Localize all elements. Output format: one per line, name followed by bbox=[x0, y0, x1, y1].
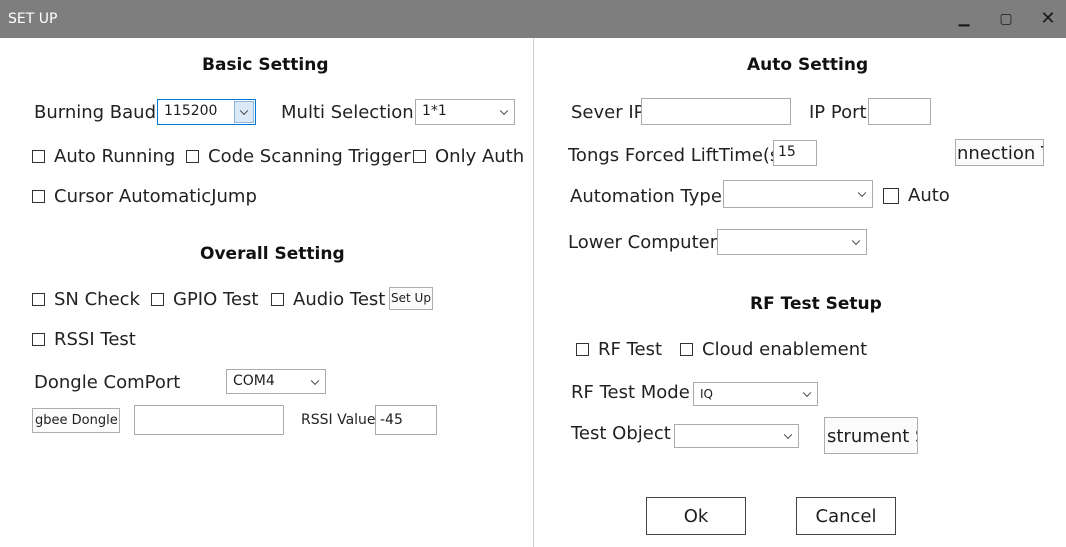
chevron-down-icon bbox=[802, 388, 812, 398]
basic-setting-title: Basic Setting bbox=[202, 55, 329, 75]
auto-running-label: Auto Running bbox=[54, 146, 176, 167]
ok-button[interactable]: Ok bbox=[646, 497, 746, 535]
title-bar: SET UP ▁ ▢ ✕ bbox=[0, 0, 1066, 38]
zigbee-dongle-button[interactable]: gbee Dongle M bbox=[32, 408, 120, 433]
tongs-lifttime-input[interactable]: 15 bbox=[773, 140, 817, 166]
maximize-icon[interactable]: ▢ bbox=[992, 6, 1020, 32]
checkbox-box[interactable] bbox=[576, 343, 589, 356]
zigbee-dongle-input[interactable] bbox=[134, 405, 284, 435]
checkbox-box[interactable] bbox=[680, 343, 693, 356]
checkbox-box[interactable] bbox=[883, 187, 899, 204]
auto-running-checkbox[interactable]: Auto Running bbox=[32, 146, 175, 167]
rf-test-mode-label: RF Test Mode bbox=[571, 382, 690, 403]
connection-test-button[interactable]: nnection T bbox=[955, 139, 1044, 166]
auto-checkbox[interactable]: Auto bbox=[883, 185, 950, 206]
rssi-value-input[interactable]: -45 bbox=[375, 405, 437, 435]
chevron-down-icon bbox=[851, 236, 861, 246]
audio-test-label: Audio Test bbox=[293, 289, 386, 310]
sever-ip-input[interactable] bbox=[641, 98, 791, 125]
gpio-test-checkbox[interactable]: GPIO Test bbox=[151, 289, 258, 310]
gpio-test-label: GPIO Test bbox=[173, 289, 259, 310]
sn-check-label: SN Check bbox=[54, 289, 140, 310]
tongs-lifttime-label: Tongs Forced LiftTime(s) bbox=[568, 145, 787, 166]
rf-test-label: RF Test bbox=[598, 339, 663, 360]
multi-selection-select[interactable]: 1*1 bbox=[415, 99, 515, 125]
lower-computer-label: Lower Computer bbox=[568, 232, 718, 253]
chevron-down-icon bbox=[783, 430, 793, 440]
checkbox-box[interactable] bbox=[186, 150, 199, 163]
overall-setting-title: Overall Setting bbox=[200, 244, 345, 264]
rf-test-setup-title: RF Test Setup bbox=[750, 294, 882, 314]
panel-divider bbox=[533, 38, 534, 547]
checkbox-box[interactable] bbox=[32, 333, 45, 346]
rssi-value-label: RSSI Value bbox=[301, 412, 376, 428]
burning-baud-select[interactable]: 115200 bbox=[157, 99, 256, 125]
ip-port-input[interactable] bbox=[868, 98, 931, 125]
cancel-button[interactable]: Cancel bbox=[796, 497, 896, 535]
rssi-test-checkbox[interactable]: RSSI Test bbox=[32, 329, 136, 350]
cloud-enablement-label: Cloud enablement bbox=[702, 339, 868, 360]
instrument-setup-button[interactable]: strument S bbox=[824, 417, 918, 454]
cursor-jump-label: Cursor AutomaticJump bbox=[54, 186, 257, 207]
window-title: SET UP bbox=[8, 11, 58, 27]
only-auth-checkbox[interactable]: Only Auth bbox=[413, 146, 524, 167]
auto-setting-title: Auto Setting bbox=[747, 55, 869, 75]
close-icon[interactable]: ✕ bbox=[1034, 6, 1062, 32]
burning-baud-value: 115200 bbox=[164, 103, 218, 119]
multi-selection-value: 1*1 bbox=[422, 103, 447, 119]
checkbox-box[interactable] bbox=[32, 293, 45, 306]
checkbox-box[interactable] bbox=[32, 190, 45, 203]
dongle-comport-select[interactable]: COM4 bbox=[226, 369, 326, 394]
dongle-comport-label: Dongle ComPort bbox=[34, 372, 181, 393]
chevron-down-icon bbox=[239, 106, 249, 116]
chevron-down-icon bbox=[499, 106, 509, 116]
burning-baud-label: Burning Baud bbox=[34, 102, 157, 123]
rf-test-mode-select[interactable]: IQ bbox=[693, 382, 818, 406]
checkbox-box[interactable] bbox=[32, 150, 45, 163]
ip-port-label: IP Port bbox=[809, 102, 867, 123]
checkbox-box[interactable] bbox=[413, 150, 426, 163]
lower-computer-select[interactable] bbox=[717, 229, 867, 255]
checkbox-box[interactable] bbox=[271, 293, 284, 306]
rf-test-mode-value: IQ bbox=[700, 387, 713, 401]
only-auth-label: Only Auth bbox=[435, 146, 525, 167]
sever-ip-label: Sever IP bbox=[571, 102, 645, 123]
dropdown-button[interactable] bbox=[234, 101, 254, 123]
rf-test-checkbox[interactable]: RF Test bbox=[576, 339, 662, 360]
sn-check-checkbox[interactable]: SN Check bbox=[32, 289, 140, 310]
chevron-down-icon bbox=[310, 376, 320, 385]
test-object-select[interactable] bbox=[674, 424, 799, 448]
audio-test-checkbox[interactable]: Audio Test bbox=[271, 289, 385, 310]
minimize-icon[interactable]: ▁ bbox=[950, 6, 978, 32]
cursor-jump-checkbox[interactable]: Cursor AutomaticJump bbox=[32, 186, 257, 207]
dongle-comport-value: COM4 bbox=[233, 373, 275, 389]
multi-selection-label: Multi Selection bbox=[281, 102, 414, 123]
test-object-label: Test Object bbox=[571, 423, 671, 444]
rssi-test-label: RSSI Test bbox=[54, 329, 136, 350]
auto-check-label: Auto bbox=[908, 185, 950, 206]
automation-type-label: Automation Type bbox=[570, 186, 722, 207]
cloud-enablement-checkbox[interactable]: Cloud enablement bbox=[680, 339, 867, 360]
code-scanning-trigger-checkbox[interactable]: Code Scanning Trigger bbox=[186, 146, 411, 167]
checkbox-box[interactable] bbox=[151, 293, 164, 306]
chevron-down-icon bbox=[857, 188, 867, 198]
automation-type-select[interactable] bbox=[723, 180, 873, 208]
code-scanning-trigger-label: Code Scanning Trigger bbox=[208, 146, 411, 167]
audio-setup-button[interactable]: Set Up bbox=[389, 287, 433, 310]
